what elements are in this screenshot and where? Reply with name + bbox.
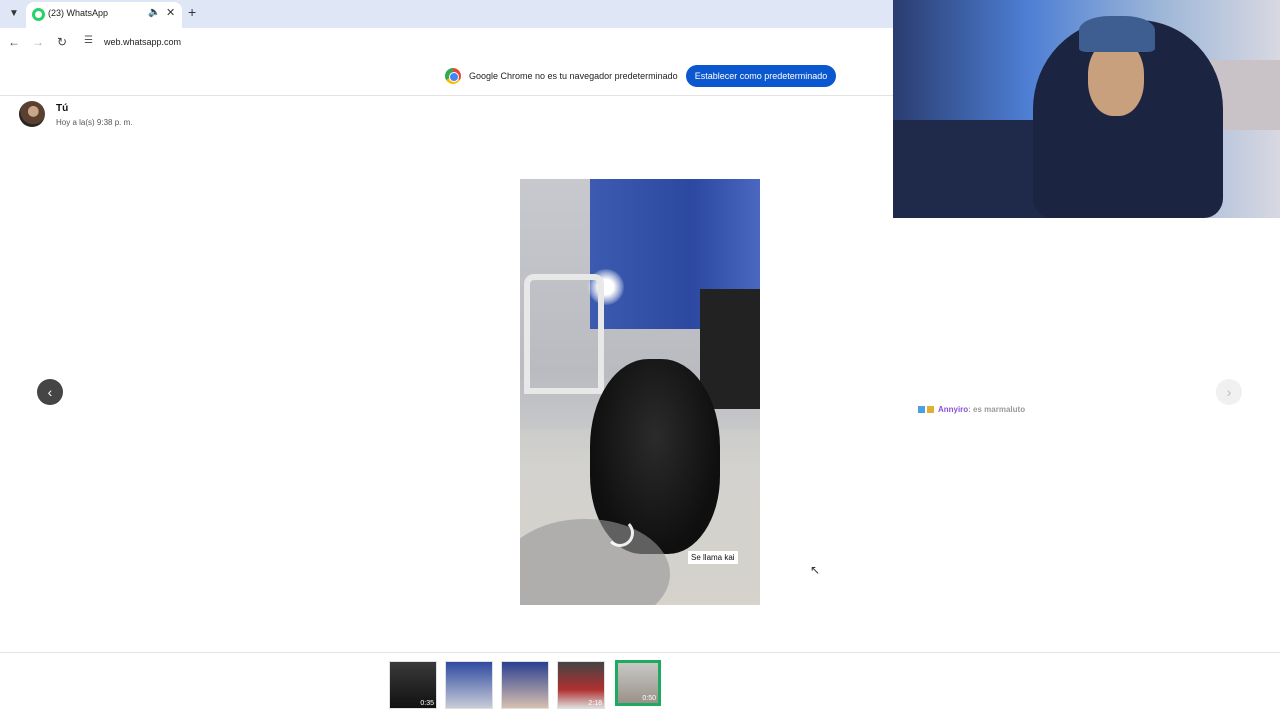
tab-title: (23) WhatsApp bbox=[48, 8, 109, 18]
thumbnail-duration: 0:35 bbox=[420, 700, 434, 707]
back-icon[interactable]: ← bbox=[6, 34, 22, 50]
stream-chat-message: Annyiro: es marmaluto bbox=[918, 405, 1025, 414]
chat-badge-icon bbox=[918, 406, 925, 414]
chrome-logo-icon bbox=[445, 68, 461, 84]
video-caption: Se llama kai bbox=[688, 551, 738, 564]
webcam-cap bbox=[1079, 16, 1155, 52]
close-tab-icon[interactable]: ✕ bbox=[166, 6, 175, 19]
media-thumbnail[interactable] bbox=[501, 661, 549, 709]
media-thumbnail-strip: 0:35 2:18 0:50 bbox=[389, 660, 669, 710]
thumbnail-divider bbox=[0, 652, 1280, 653]
media-viewer-header: Tú Hoy a la(s) 9:38 p. m. bbox=[0, 96, 893, 136]
media-thumbnail[interactable] bbox=[445, 661, 493, 709]
media-thumbnail-active[interactable]: 0:50 bbox=[615, 660, 661, 706]
set-default-button[interactable]: Establecer como predeterminado bbox=[686, 65, 836, 87]
chat-username: Annyiro bbox=[937, 405, 969, 414]
site-settings-icon[interactable]: ☰ bbox=[84, 35, 98, 49]
thumbnail-duration: 2:18 bbox=[588, 700, 602, 707]
chat-badge-icon bbox=[927, 406, 934, 414]
thumbnail-duration: 0:50 bbox=[642, 695, 656, 702]
message-timestamp: Hoy a la(s) 9:38 p. m. bbox=[56, 118, 133, 127]
new-tab-button[interactable]: + bbox=[188, 4, 196, 20]
previous-media-button[interactable]: ‹ bbox=[37, 379, 63, 405]
whatsapp-icon bbox=[32, 8, 45, 21]
forward-icon[interactable]: → bbox=[30, 34, 46, 50]
address-bar[interactable]: web.whatsapp.com bbox=[104, 37, 181, 47]
tab-strip: ▼ (23) WhatsApp 🔈 ✕ + bbox=[0, 0, 893, 28]
avatar[interactable] bbox=[19, 101, 45, 127]
media-thumbnail[interactable]: 0:35 bbox=[389, 661, 437, 709]
media-thumbnail[interactable]: 2:18 bbox=[557, 661, 605, 709]
loading-spinner-icon bbox=[606, 519, 634, 547]
reload-icon[interactable]: ↻ bbox=[54, 34, 70, 50]
chat-text: : es marmaluto bbox=[968, 405, 1026, 414]
sender-name: Tú bbox=[56, 103, 69, 114]
tab-whatsapp[interactable]: (23) WhatsApp 🔈 ✕ bbox=[26, 2, 182, 28]
default-browser-infobar: Google Chrome no es tu navegador predete… bbox=[0, 56, 893, 96]
video-frame[interactable]: Se llama kai bbox=[520, 179, 760, 605]
video-scene-chair bbox=[524, 274, 604, 394]
webcam-overlay bbox=[893, 0, 1280, 218]
infobar-message: Google Chrome no es tu navegador predete… bbox=[469, 71, 678, 81]
next-media-button[interactable]: › bbox=[1216, 379, 1242, 405]
tab-search-icon[interactable]: ▼ bbox=[6, 6, 22, 22]
video-scene-shelf bbox=[700, 289, 760, 409]
browser-toolbar: ← → ↻ ☰ web.whatsapp.com bbox=[0, 28, 893, 56]
mouse-cursor-icon: ↖ bbox=[810, 563, 821, 577]
speaker-icon[interactable]: 🔈 bbox=[148, 7, 160, 18]
